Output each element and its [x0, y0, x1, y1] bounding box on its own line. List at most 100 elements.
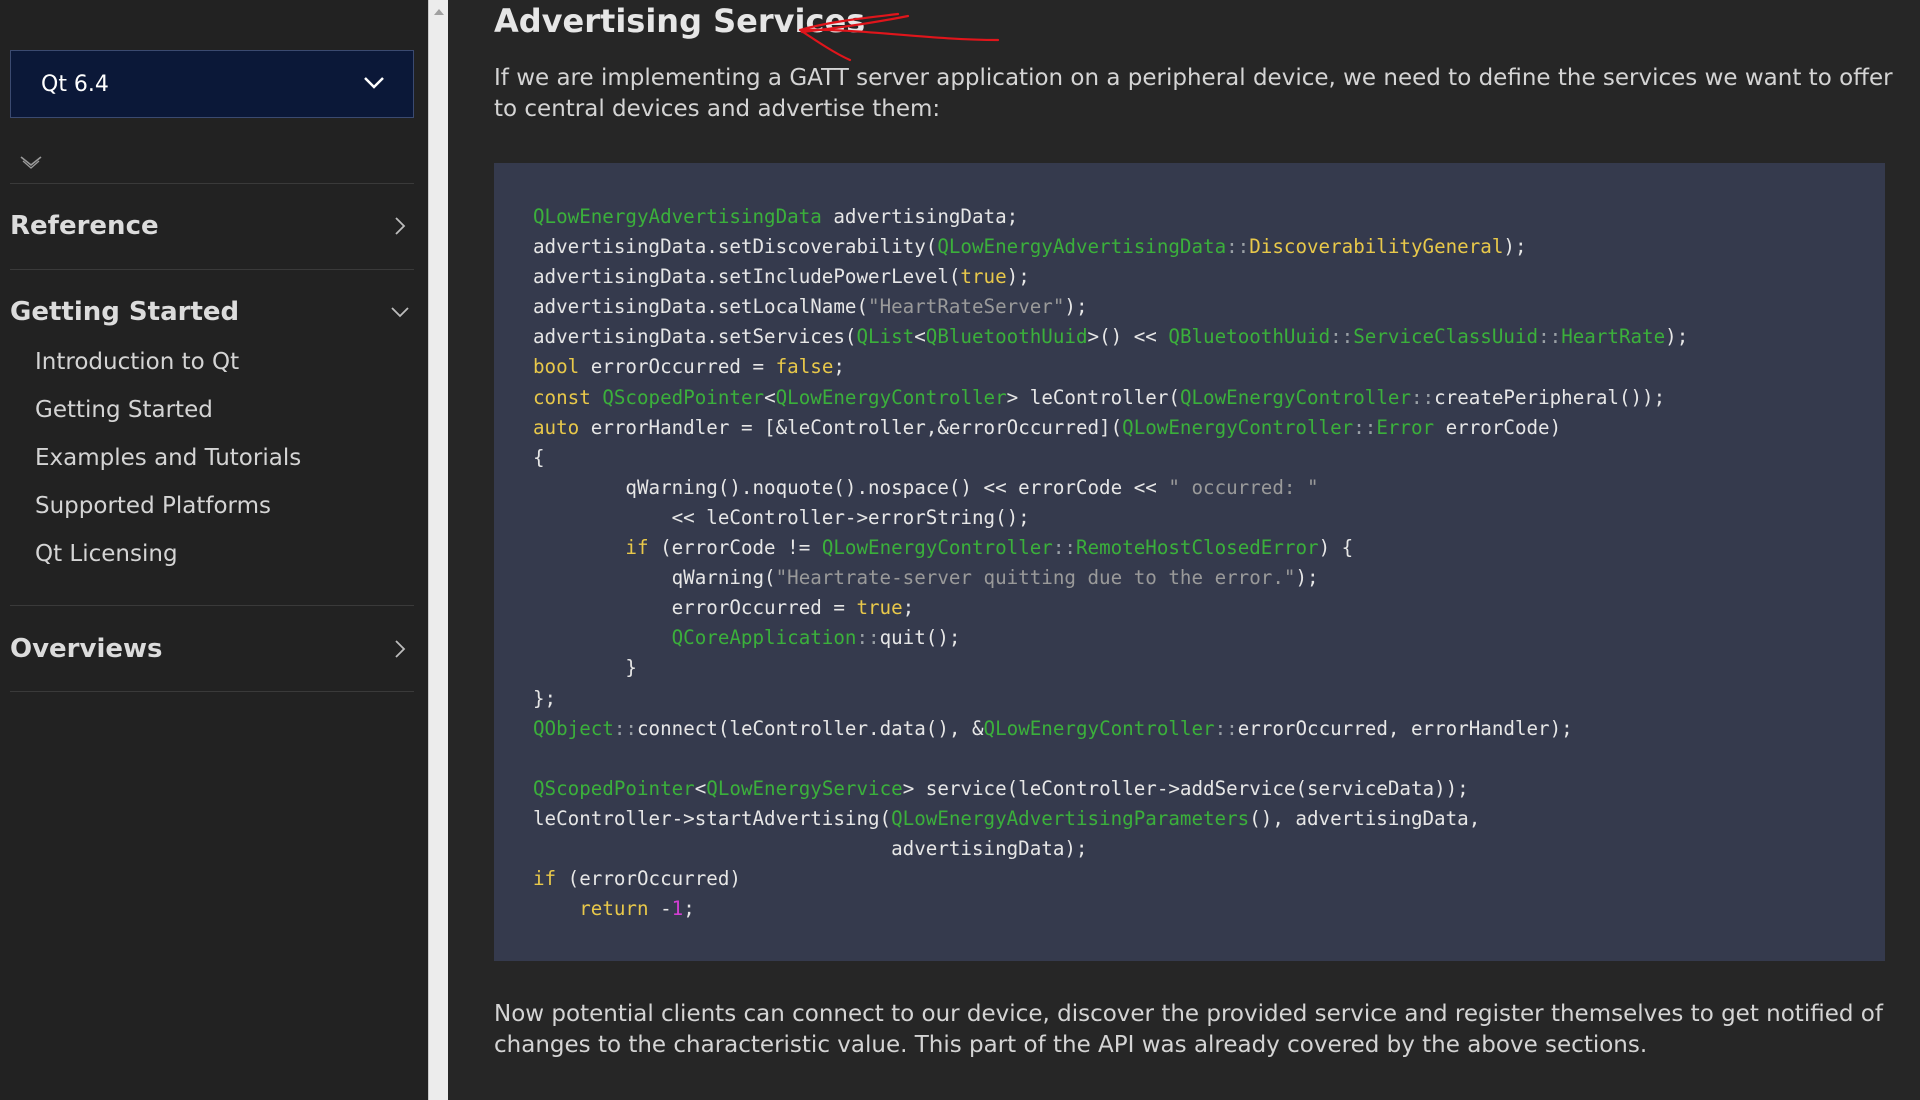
sidebar-item-introduction[interactable]: Introduction to Qt	[35, 342, 301, 390]
code-token: auto	[533, 415, 580, 439]
sidebar-divider	[10, 269, 414, 270]
code-token: QLowEnergyController	[1179, 385, 1411, 409]
sidebar-section-getting-started[interactable]: Getting Started	[10, 290, 414, 334]
code-token: " occurred: "	[1168, 475, 1319, 499]
outro-paragraph: Now potential clients can connect to our…	[494, 1001, 1883, 1058]
code-token: ;	[833, 355, 845, 379]
chevron-right-icon	[386, 635, 414, 663]
code-token: ::	[1411, 385, 1435, 409]
code-token: > leController(	[1006, 385, 1180, 409]
code-token: );	[1665, 325, 1689, 349]
code-token: const	[533, 385, 591, 409]
code-token: if	[625, 536, 649, 560]
sidebar-item-getting-started[interactable]: Getting Started	[35, 390, 301, 438]
code-line: const QScopedPointer<QLowEnergyControlle…	[533, 383, 1885, 413]
code-token: advertisingData;	[821, 205, 1019, 228]
code-token: ::	[1538, 325, 1562, 349]
code-token: Error	[1376, 415, 1435, 439]
code-token: advertisingData);	[533, 836, 1088, 860]
code-line: QCoreApplication::quit();	[533, 623, 1885, 653]
code-token: << leController->errorString();	[533, 505, 1030, 529]
code-token: return	[579, 897, 649, 921]
chevron-right-icon	[386, 212, 414, 240]
sidebar-item-licensing[interactable]: Qt Licensing	[35, 534, 301, 582]
code-token: <	[694, 776, 707, 800]
sidebar-section-title: Overviews	[10, 634, 163, 664]
sidebar-item-platforms[interactable]: Supported Platforms	[35, 486, 301, 534]
code-token: (errorOccurred)	[556, 867, 741, 891]
code-token: <	[914, 325, 926, 349]
sidebar-divider	[10, 691, 414, 692]
code-token: QScopedPointer	[602, 385, 765, 409]
code-line: advertisingData.setIncludePowerLevel(tru…	[533, 262, 1885, 292]
sidebar-scrollbar[interactable]	[428, 0, 448, 1100]
code-token: errorOccurred =	[579, 355, 776, 379]
code-token: ::	[1226, 235, 1250, 259]
version-select[interactable]: Qt 6.4	[10, 50, 414, 118]
code-token: qWarning(	[533, 566, 776, 590]
code-token: 1	[671, 897, 684, 921]
sidebar: Qt 6.4 Reference Getting Started Introdu…	[0, 0, 430, 1100]
code-token: QLowEnergyAdvertisingData	[533, 205, 822, 228]
red-arrow-annotation	[798, 12, 1000, 62]
code-token: qWarning().noquote().nospace() << errorC…	[533, 475, 1169, 499]
code-token: true	[856, 596, 903, 620]
sidebar-section-title: Reference	[10, 211, 159, 241]
code-token: ::	[1353, 415, 1377, 439]
sidebar-section-reference[interactable]: Reference	[10, 204, 414, 248]
code-token: errorCode)	[1434, 415, 1562, 439]
double-chevron-down-icon	[20, 156, 42, 169]
code-line: QLowEnergyAdvertisingData advertisingDat…	[533, 202, 1885, 232]
code-line: leController->startAdvertising(QLowEnerg…	[533, 804, 1885, 834]
sidebar-item-examples[interactable]: Examples and Tutorials	[35, 438, 301, 486]
code-token: DiscoverabilityGeneral	[1249, 235, 1504, 259]
scroll-up-arrow-icon[interactable]	[429, 6, 449, 18]
code-line: advertisingData.setDiscoverability(QLowE…	[533, 232, 1885, 262]
code-token: QLowEnergyAdvertisingParameters	[891, 806, 1250, 830]
code-token: > service(leController->addService(servi…	[902, 776, 1469, 800]
code-line: if (errorCode != QLowEnergyController::R…	[533, 533, 1885, 563]
code-token: advertisingData.setLocalName(	[533, 295, 869, 319]
code-token: ;	[683, 897, 695, 921]
code-line: qWarning().noquote().nospace() << errorC…	[533, 473, 1885, 503]
code-line: advertisingData.setLocalName("HeartRateS…	[533, 292, 1885, 322]
code-token: advertisingData.setIncludePowerLevel(	[533, 265, 961, 289]
code-token: (), advertisingData,	[1249, 806, 1481, 830]
version-select-value: Qt 6.4	[41, 71, 109, 97]
code-token: QLowEnergyController	[983, 716, 1215, 740]
collapse-all-toggle[interactable]	[18, 152, 44, 174]
code-token: );	[1064, 295, 1088, 319]
code-line: advertisingData);	[533, 834, 1885, 864]
code-token: QBluetoothUuid	[1168, 325, 1331, 349]
main-content: Advertising Services If we are implement…	[448, 0, 1920, 1100]
getting-started-items: Introduction to Qt Getting Started Examp…	[35, 342, 301, 582]
code-token: errorOccurred, errorHandler);	[1237, 716, 1573, 740]
code-token: };	[533, 686, 557, 710]
code-token: {	[533, 445, 545, 469]
code-token: leController->startAdvertising(	[533, 806, 892, 830]
code-line: return -1;	[533, 894, 1885, 924]
code-token: ::	[856, 626, 880, 650]
code-token: ::	[1214, 716, 1238, 740]
code-token: );	[1295, 566, 1319, 590]
code-token: QLowEnergyController	[821, 536, 1053, 560]
code-token: ::	[1330, 325, 1354, 349]
code-token: "HeartRateServer"	[868, 295, 1065, 319]
code-token: RemoteHostClosedError	[1075, 536, 1319, 560]
code-token: QBluetoothUuid	[925, 325, 1088, 349]
code-token: }	[533, 656, 637, 680]
sidebar-section-overviews[interactable]: Overviews	[10, 627, 414, 671]
code-token: if	[533, 867, 557, 891]
code-token: errorHandler = [&leController,&errorOccu…	[579, 415, 1123, 439]
code-token: QLowEnergyAdvertisingData	[937, 235, 1227, 259]
code-line: << leController->errorString();	[533, 503, 1885, 533]
code-token: advertisingData.setDiscoverability(	[533, 235, 938, 259]
code-line: qWarning("Heartrate-server quitting due …	[533, 563, 1885, 593]
code-line: };	[533, 684, 1885, 714]
code-token: QLowEnergyController	[1122, 415, 1354, 439]
code-token: quit();	[879, 626, 961, 650]
code-token: QList	[856, 325, 915, 349]
